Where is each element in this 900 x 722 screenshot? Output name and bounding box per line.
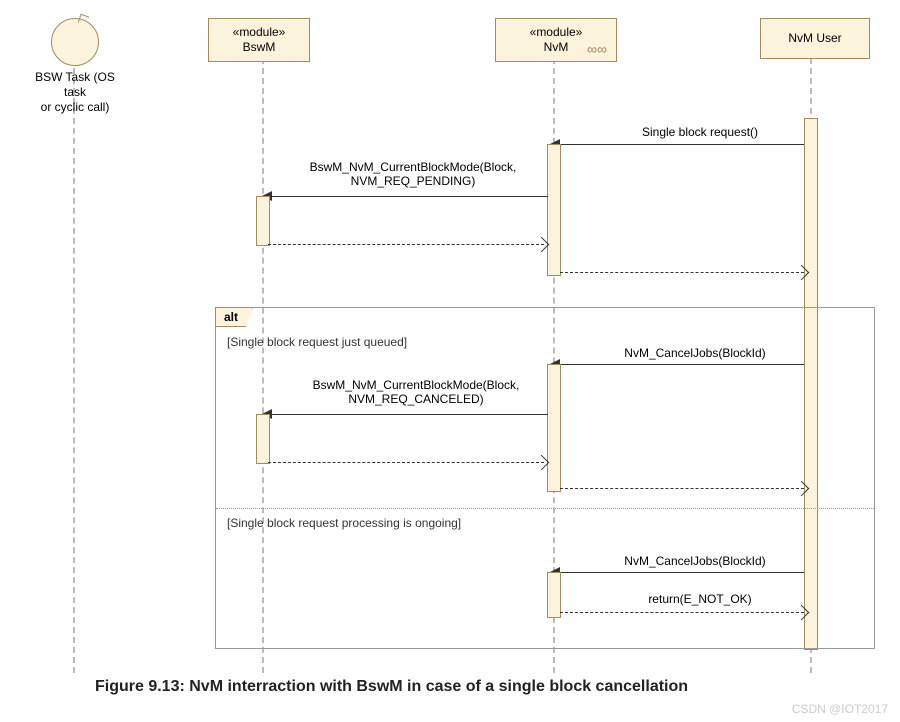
msg-pending-l2: NVM_REQ_PENDING) [283,174,543,188]
alt-separator [216,508,874,509]
lifeline-bsw-task: BSW Task (OS task or cyclic call) [30,18,120,115]
bswm-name: BswM [219,40,299,55]
alt-tag: alt [215,307,253,327]
return-canceled-line [268,462,544,463]
activation-nvm-2 [547,364,561,492]
activation-bswm-2 [256,414,270,464]
return-notok-line [560,612,804,613]
msg-cancel-2-line [560,572,804,573]
lifeline-bsw-task-line [73,68,75,673]
msg-pending-l1: BswM_NvM_CurrentBlockMode(Block, [283,160,543,174]
msg-cancel-1-label: NvM_CancelJobs(BlockId) [590,346,800,360]
guard-processing: [Single block request processing is ongo… [227,516,461,530]
nvm-stereotype: «module» [506,25,606,40]
lifeline-nvm: «module» NvM ∞∞ [495,18,617,62]
activation-bswm-1 [256,196,270,246]
activation-nvm-1 [547,144,561,276]
msg-current-block-canceled: BswM_NvM_CurrentBlockMode(Block, NVM_REQ… [286,378,546,406]
activation-nvm-3 [547,572,561,618]
watermark: CSDN @IOT2017 [792,702,888,716]
bsw-task-label: BSW Task (OS task or cyclic call) [30,70,120,115]
lifeline-bswm: «module» BswM [208,18,310,62]
bswm-stereotype: «module» [219,25,299,40]
figure-caption: Figure 9.13: NvM interraction with BswM … [95,678,688,696]
msg-return-notok-label: return(E_NOT_OK) [600,592,800,606]
infinity-icon: ∞∞ [587,41,607,59]
guard-queued: [Single block request just queued] [227,335,407,349]
user-name: NvM User [775,31,855,46]
msg-cancel-2-label: NvM_CancelJobs(BlockId) [590,554,800,568]
sequence-diagram: BSW Task (OS task or cyclic call) «modul… [0,0,900,722]
return-pending-line [268,244,544,245]
msg-canceled-l1: BswM_NvM_CurrentBlockMode(Block, [286,378,546,392]
msg-canceled-l2: NVM_REQ_CANCELED) [286,392,546,406]
msg-current-block-pending: BswM_NvM_CurrentBlockMode(Block, NVM_REQ… [283,160,543,188]
msg-pending-line [272,196,548,197]
lifeline-user: NvM User [760,18,870,59]
return-sbr-line [560,272,804,273]
msg-cancel-1-line [560,364,804,365]
msg-single-block-request-line [560,144,804,145]
msg-single-block-request-label: Single block request() [600,125,800,139]
actor-circle-icon [51,18,99,66]
msg-canceled-line [272,414,548,415]
return-cancel1-line [560,488,804,489]
